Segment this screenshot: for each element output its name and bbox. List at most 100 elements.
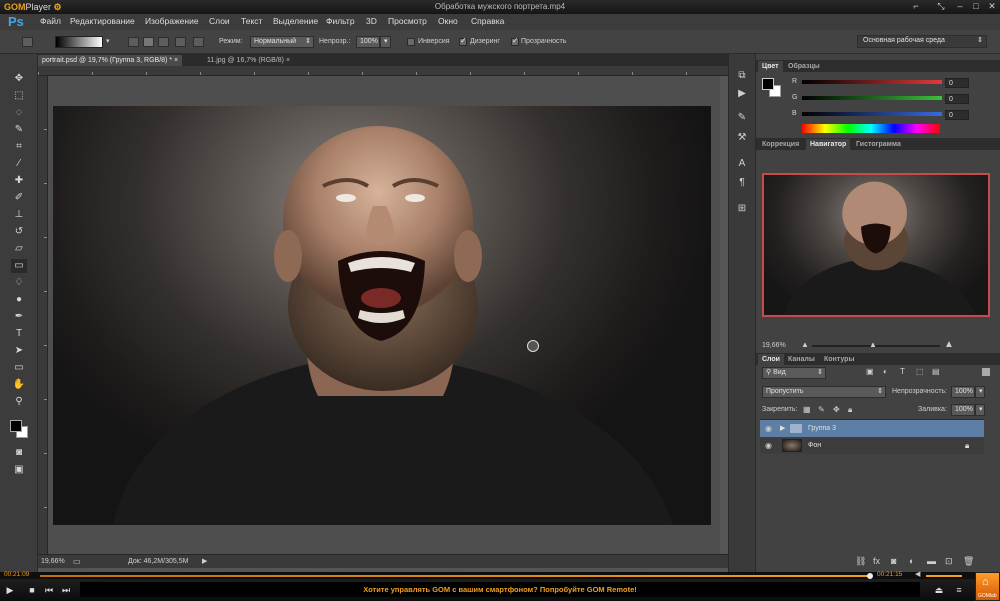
dodge-tool-icon[interactable]: ● (11, 293, 27, 307)
zoom-out-icon[interactable]: ▲ (801, 340, 809, 349)
brush-panel-icon[interactable]: ✎ (736, 112, 748, 124)
diamond-gradient-icon[interactable] (193, 37, 204, 47)
opacity-input[interactable]: 100% (356, 36, 380, 48)
status-menu-arrow-icon[interactable]: ▶ (202, 557, 207, 565)
quick-select-tool-icon[interactable]: ✎ (11, 123, 27, 137)
tab-swatches[interactable]: Образцы (784, 61, 824, 72)
lock-transparent-icon[interactable]: ▦ (803, 405, 811, 414)
opacity-dropdown-icon[interactable]: ▾ (380, 36, 391, 48)
filter-shape-icon[interactable]: ⬚ (916, 367, 924, 376)
lock-pixels-icon[interactable]: ✎ (818, 405, 825, 414)
channel-g-value[interactable]: 0 (945, 94, 969, 104)
trash-icon[interactable]: 🗑︎ (963, 556, 974, 567)
status-info-icon[interactable]: ▭ (73, 557, 81, 566)
color-fg-swatch-front[interactable] (762, 78, 774, 90)
eject-icon[interactable]: ⏏ (933, 584, 945, 596)
layer-filter-select[interactable]: ⚲ Вид ⇕ (762, 367, 826, 379)
menu-select[interactable]: Выделение (273, 16, 318, 26)
quick-mask-icon[interactable]: ◙ (11, 446, 27, 460)
new-layer-icon[interactable]: ⊡ (945, 556, 953, 567)
reflected-gradient-icon[interactable] (175, 37, 186, 47)
menu-view[interactable]: Просмотр (388, 16, 427, 26)
tab-histogram[interactable]: Гистограмма (852, 139, 905, 150)
layer-opacity-dropdown-icon[interactable]: ▾ (975, 386, 985, 398)
menu-layers[interactable]: Слои (209, 16, 230, 26)
filter-type-icon[interactable]: T (900, 367, 905, 376)
pen-tool-icon[interactable]: ✒ (11, 310, 27, 324)
linear-gradient-icon[interactable] (128, 37, 139, 47)
crop-tool-icon[interactable]: ⌗ (11, 140, 27, 154)
menu-help[interactable]: Справка (471, 16, 504, 26)
filter-pixel-icon[interactable]: ▣ (866, 367, 874, 376)
workspace-select[interactable]: Основная рабочая среда ⇕ (857, 35, 987, 48)
gradient-preview[interactable] (55, 36, 103, 48)
fx-icon[interactable]: fx (873, 556, 880, 566)
tab-adjustments[interactable]: Коррекция (758, 139, 803, 150)
marquee-tool-icon[interactable]: ⬚ (11, 89, 27, 103)
maximize-icon[interactable]: □ (970, 1, 982, 12)
menu-type[interactable]: Текст (241, 16, 262, 26)
pin-icon[interactable]: ⌐ (910, 1, 922, 12)
brush-tool-icon[interactable]: ✐ (11, 191, 27, 205)
menu-file[interactable]: Файл (40, 16, 61, 26)
tab-channels[interactable]: Каналы (784, 354, 819, 365)
fill-dropdown-icon[interactable]: ▾ (975, 404, 985, 416)
paragraph-panel-icon[interactable]: ¶ (736, 177, 748, 189)
lasso-tool-icon[interactable]: ◌ (11, 106, 27, 120)
menu-icon[interactable]: ≡ (953, 584, 965, 596)
path-select-tool-icon[interactable]: ➤ (11, 344, 27, 358)
layer-row[interactable]: ◉ Фон 🔒︎ (760, 437, 984, 454)
move-tool-icon[interactable]: ✥ (11, 72, 27, 86)
character-panel-icon[interactable]: A (736, 158, 748, 170)
channel-r-value[interactable]: 0 (945, 78, 969, 88)
blur-tool-icon[interactable]: ♢ (11, 276, 27, 290)
minimize-icon[interactable]: – (954, 1, 966, 12)
history-icon[interactable]: ⧉ (736, 70, 748, 82)
filter-adjustment-icon[interactable]: ◐ (883, 367, 888, 376)
play-actions-icon[interactable]: ▶ (736, 88, 748, 100)
tool-presets-icon[interactable]: ⊞ (736, 203, 748, 215)
close-icon[interactable]: × (174, 57, 178, 64)
channel-g-slider[interactable] (802, 96, 942, 100)
menu-edit[interactable]: Редактирование (70, 16, 135, 26)
stamp-tool-icon[interactable]: ⊥ (11, 208, 27, 222)
resize-icon[interactable]: ⤡ (935, 1, 947, 12)
tab-layers[interactable]: Слои (758, 354, 784, 365)
fill-input[interactable]: 100% (951, 404, 975, 416)
promo-message[interactable]: Хотите управлять GOM с вашим смартфоном?… (80, 582, 920, 597)
link-layers-icon[interactable]: ⛓ (855, 556, 866, 567)
filter-smart-object-icon[interactable]: ▤ (932, 367, 940, 376)
gradient-dropdown-icon[interactable]: ▾ (106, 37, 110, 45)
play-icon[interactable]: ▶ (4, 584, 16, 596)
brush-presets-icon[interactable]: ⚒ (736, 132, 748, 144)
close-icon[interactable]: ✕ (986, 1, 998, 12)
tab-navigator[interactable]: Навигатор (806, 139, 851, 150)
menu-3d[interactable]: 3D (366, 16, 377, 26)
new-group-icon[interactable]: ▬ (927, 556, 936, 566)
blend-mode-select[interactable]: Пропустить ⇕ (762, 386, 886, 398)
expand-arrow-icon[interactable]: ▶ (780, 420, 785, 437)
add-mask-icon[interactable]: ◙ (891, 556, 896, 566)
lock-position-icon[interactable]: ✥ (833, 405, 840, 414)
screen-mode-icon[interactable]: ▣ (11, 463, 27, 477)
layer-name[interactable]: Группа 3 (808, 420, 836, 437)
radial-gradient-icon[interactable] (143, 37, 154, 47)
tab-color[interactable]: Цвет (758, 61, 783, 72)
color-spectrum-bar[interactable] (802, 124, 940, 133)
menu-window[interactable]: Окно (438, 16, 458, 26)
close-icon[interactable]: × (286, 57, 290, 64)
tab-paths[interactable]: Контуры (820, 354, 858, 365)
history-brush-icon[interactable]: ↺ (11, 225, 27, 239)
eye-icon[interactable]: ◉ (765, 424, 774, 433)
channel-r-slider[interactable] (802, 80, 942, 84)
layer-row[interactable]: ◉ ▶ Группа 3 (760, 420, 984, 437)
channel-b-slider[interactable] (802, 112, 942, 116)
dither-checkbox[interactable] (459, 36, 467, 46)
eraser-tool-icon[interactable]: ▱ (11, 242, 27, 256)
filter-toggle[interactable] (982, 368, 990, 376)
status-zoom[interactable]: 19,66% (41, 558, 65, 565)
eyedropper-tool-icon[interactable]: ⁄ (11, 157, 27, 171)
menu-filter[interactable]: Фильтр (326, 16, 355, 26)
volume-icon[interactable]: ◀ (915, 570, 920, 578)
adjustment-layer-icon[interactable]: ◐ (909, 556, 914, 566)
